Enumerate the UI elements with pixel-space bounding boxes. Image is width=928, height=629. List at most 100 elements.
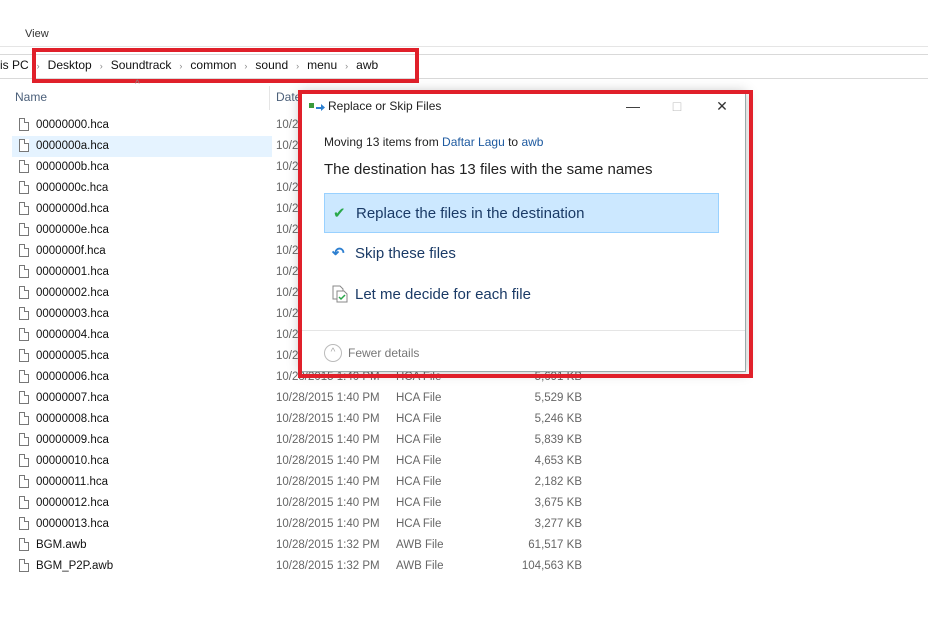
file-date: 10/28/2015 1:40 PM — [276, 497, 380, 509]
file-name: 0000000f.hca — [36, 245, 106, 257]
file-icon — [19, 328, 29, 341]
file-icon — [19, 349, 29, 362]
breadcrumb-this-pc[interactable]: is PC — [0, 58, 29, 72]
file-name: 00000004.hca — [36, 329, 109, 341]
replace-files-option[interactable]: ✔ Replace the files in the destination — [324, 193, 719, 233]
chevron-right-icon[interactable]: › — [37, 61, 40, 71]
chevron-right-icon[interactable]: › — [345, 61, 348, 71]
file-row[interactable]: 00000009.hca 10/28/2015 1:40 PM HCA File 5,… — [12, 430, 582, 451]
breadcrumb-item[interactable]: Soundtrack — [111, 58, 172, 72]
file-type: HCA File — [396, 497, 442, 509]
column-header-name[interactable]: Name — [15, 90, 47, 104]
file-name: 0000000d.hca — [36, 203, 109, 215]
file-icon — [19, 139, 29, 152]
option-label: Let me decide for each file — [355, 286, 531, 303]
file-icon — [19, 202, 29, 215]
file-name: 00000011.hca — [36, 476, 109, 488]
file-name: 00000006.hca — [36, 371, 109, 383]
chevron-right-icon[interactable]: › — [100, 61, 103, 71]
file-row[interactable]: BGM_P2P.awb 10/28/2015 1:32 PM AWB File 104… — [12, 556, 582, 577]
file-name: 00000010.hca — [36, 455, 109, 467]
file-row[interactable]: 00000011.hca 10/28/2015 1:40 PM HCA File 2,… — [12, 472, 582, 493]
moving-info: Moving 13 items from Daftar Lagu to awb — [324, 135, 543, 149]
file-icon — [19, 538, 29, 551]
file-icon — [19, 181, 29, 194]
file-size: 5,839 KB — [534, 434, 582, 446]
file-date: 10/28/2015 1:40 PM — [276, 371, 380, 383]
sort-ascending-icon: ^ — [135, 79, 140, 90]
source-folder-link[interactable]: Daftar Lagu — [442, 135, 505, 149]
file-row[interactable]: 00000010.hca 10/28/2015 1:40 PM HCA File 4,… — [12, 451, 582, 472]
file-name: 00000009.hca — [36, 434, 109, 446]
file-name: 0000000a.hca — [36, 140, 109, 152]
file-type: HCA File — [396, 518, 442, 530]
file-name: 00000012.hca — [36, 497, 109, 509]
column-header-date[interactable]: Date — [276, 90, 301, 104]
file-date: 10/28/2015 1:40 PM — [276, 518, 380, 530]
file-icon — [19, 265, 29, 278]
checkmark-icon: ✔ — [333, 205, 346, 222]
file-size: 2,182 KB — [534, 476, 582, 488]
file-date: 10/2 — [276, 308, 299, 320]
view-menu[interactable]: View — [25, 28, 49, 40]
file-icon — [19, 223, 29, 236]
file-date: 10/2 — [276, 266, 299, 278]
column-separator[interactable] — [269, 86, 270, 110]
chevron-right-icon[interactable]: › — [296, 61, 299, 71]
file-icon — [19, 370, 29, 383]
decide-each-file-option[interactable]: Let me decide for each file — [324, 275, 719, 315]
file-name: 0000000e.hca — [36, 224, 109, 236]
fewer-details-button[interactable]: Fewer details — [348, 346, 419, 360]
target-folder-link[interactable]: awb — [521, 135, 543, 149]
moving-text: Moving 13 items from — [324, 135, 443, 149]
file-row[interactable]: 0000000a.hca 10/2 — [12, 136, 298, 157]
breadcrumb-item[interactable]: awb — [356, 58, 378, 72]
breadcrumb-item[interactable]: menu — [307, 58, 337, 72]
divider — [0, 46, 928, 47]
breadcrumb-item[interactable]: sound — [255, 58, 288, 72]
minimize-button[interactable]: — — [613, 95, 653, 117]
divider — [301, 330, 745, 331]
decide-file-icon — [332, 285, 350, 307]
file-name: 00000000.hca — [36, 119, 109, 131]
maximize-button[interactable]: □ — [657, 95, 697, 117]
breadcrumb: is PC › Desktop › Soundtrack › common › sound › me… — [0, 58, 378, 72]
file-icon — [19, 433, 29, 446]
file-name: 00000001.hca — [36, 266, 109, 278]
skip-files-option[interactable]: ↶ Skip these files — [324, 234, 719, 274]
file-date: 10/28/2015 1:40 PM — [276, 476, 380, 488]
skip-arrow-icon: ↶ — [332, 245, 345, 262]
close-button[interactable]: ✕ — [702, 95, 742, 117]
file-icon — [19, 517, 29, 530]
file-date: 10/2 — [276, 161, 299, 173]
chevron-right-icon[interactable]: › — [179, 61, 182, 71]
file-type: HCA File — [396, 476, 442, 488]
file-name: 00000002.hca — [36, 287, 109, 299]
file-row[interactable]: 00000013.hca 10/28/2015 1:40 PM HCA File 3,… — [12, 514, 582, 535]
file-type: HCA File — [396, 371, 442, 383]
file-name: 0000000b.hca — [36, 161, 109, 173]
file-row[interactable]: BGM.awb 10/28/2015 1:32 PM AWB File 61,517 … — [12, 535, 582, 556]
file-row[interactable]: 00000008.hca 10/28/2015 1:40 PM HCA File 5,… — [12, 409, 582, 430]
chevron-right-icon[interactable]: › — [244, 61, 247, 71]
option-label: Replace the files in the destination — [356, 205, 585, 222]
file-name: 0000000c.hca — [36, 182, 109, 194]
file-size: 3,277 KB — [534, 518, 582, 530]
file-name: 00000008.hca — [36, 413, 109, 425]
breadcrumb-item[interactable]: common — [190, 58, 236, 72]
chevron-up-icon[interactable]: ^ — [324, 344, 342, 362]
file-name: 00000007.hca — [36, 392, 109, 404]
file-date: 10/2 — [276, 224, 299, 236]
file-size: 4,653 KB — [534, 455, 582, 467]
file-date: 10/2 — [276, 182, 299, 194]
file-size: 3,675 KB — [534, 497, 582, 509]
file-row[interactable]: 00000012.hca 10/28/2015 1:40 PM HCA File 3,… — [12, 493, 582, 514]
file-date: 10/28/2015 1:40 PM — [276, 434, 380, 446]
file-type: HCA File — [396, 413, 442, 425]
file-date: 10/2 — [276, 329, 299, 341]
file-date: 10/28/2015 1:32 PM — [276, 560, 380, 572]
file-date: 10/28/2015 1:40 PM — [276, 392, 380, 404]
option-label: Skip these files — [355, 245, 456, 262]
breadcrumb-item[interactable]: Desktop — [48, 58, 92, 72]
file-row[interactable]: 00000007.hca 10/28/2015 1:40 PM HCA File 5,… — [12, 388, 582, 409]
